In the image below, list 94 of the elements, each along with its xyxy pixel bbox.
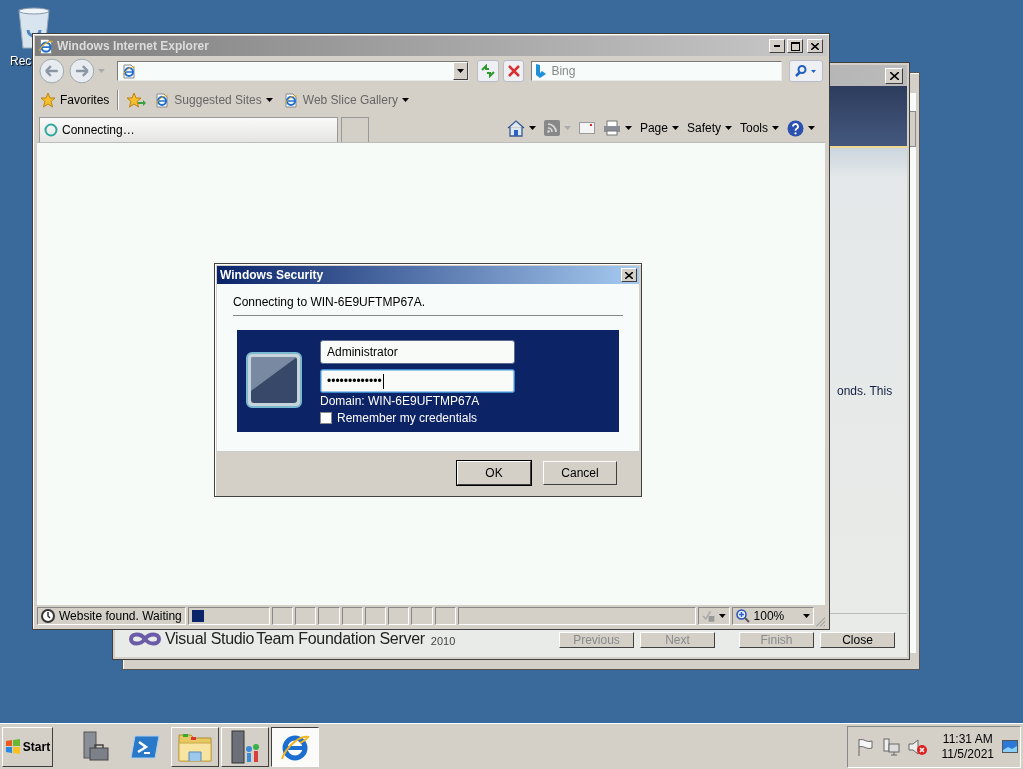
favorites-button[interactable]: Favorites [40,92,110,108]
close-icon [889,71,899,80]
home-icon[interactable] [506,119,525,137]
status-cell [434,607,456,625]
clock-time[interactable]: 11:31 AM [942,731,993,747]
logo-year: 2010 [430,635,456,647]
user-tile-icon [245,351,303,409]
history-caret-icon [98,69,106,73]
logo-text: Team Foundation Server [256,630,425,648]
domain-text: Domain: WIN-6E9UFTMP67A [320,394,481,408]
bing-logo-icon [535,64,548,78]
close-icon [625,271,633,279]
favorites-link[interactable]: Web Slice Gallery [279,92,412,108]
loading-spinner-icon [44,123,58,137]
desktop-icon-label: Rec [10,54,32,68]
server-users-icon [228,728,262,765]
window-title: Windows Internet Explorer [57,39,210,53]
caret-icon [772,126,779,130]
page-icon [282,92,299,108]
maximize-button[interactable] [787,39,803,53]
caret-icon [265,98,273,102]
dialog-button[interactable]: Cancel [543,461,617,485]
browser-logo-icon [37,37,55,55]
feed-icon[interactable] [543,120,560,136]
refresh-icon [480,64,495,78]
caret-icon [671,126,679,130]
checkbox-label: Remember my credentials [337,411,478,425]
close-button[interactable] [807,39,823,53]
browser-tab[interactable]: Connecting… [39,117,338,142]
help-icon[interactable] [787,119,804,137]
favorites-link[interactable]: Suggested Sites [151,92,276,108]
status-cell [388,607,410,625]
checkbox[interactable] [320,412,332,424]
page-icon [121,63,138,79]
status-text: Website found. Waiting [37,607,186,625]
minimize-icon [774,45,780,47]
close-button[interactable] [621,268,637,282]
command-menu[interactable]: Safety [686,121,732,135]
caret-icon [401,98,409,102]
status-cell [341,607,363,625]
clock-icon [41,609,55,623]
search-icon [795,65,818,77]
maximize-icon [790,41,800,51]
close-icon [811,42,819,50]
progress-fill [191,610,204,622]
search-field[interactable]: Bing [531,61,783,81]
caret-icon [808,126,815,130]
dropdown-button[interactable] [452,62,468,80]
dialog-button[interactable]: OK [457,461,531,485]
caret-icon [563,126,571,130]
taskbar-button[interactable] [271,726,319,767]
start-button[interactable]: Start [2,726,53,767]
logo-text: Visual Studio [165,630,255,648]
body-text: onds. This [837,384,893,398]
status-cell [364,607,387,625]
print-icon[interactable] [602,120,621,136]
minimize-button[interactable] [769,39,785,53]
clock-date[interactable]: 11/5/2021 [941,746,994,762]
status-cell [295,607,317,625]
search-button[interactable] [789,60,823,82]
wizard-button[interactable]: Close [820,632,895,648]
show-desktop-icon[interactable] [1002,739,1018,754]
password-field[interactable]: ••••••••••••• [320,369,515,393]
username-field[interactable]: Administrator [320,340,515,364]
star-icon [40,92,56,108]
status-cell [411,607,433,625]
close-button[interactable] [885,67,903,84]
dialog-message: Connecting to WIN-6E9UFTMP67A. [233,295,427,311]
forward-button[interactable] [68,58,95,84]
caret-icon [624,126,632,130]
back-button[interactable] [39,58,65,84]
add-favorite-icon[interactable] [127,92,148,108]
address-field[interactable] [117,61,469,81]
caret-icon [725,126,732,130]
flag-icon[interactable] [855,737,874,756]
network-icon[interactable] [881,737,900,756]
mail-icon[interactable] [578,122,595,134]
command-menu[interactable]: Tools [740,121,779,135]
terminal-icon [130,733,160,760]
dialog-title: Windows Security [220,268,324,282]
speaker-muted-icon[interactable] [907,737,928,756]
page-icon [154,92,171,108]
windows-logo-icon [4,739,21,754]
zoom-icon [735,609,750,623]
security-button[interactable] [697,607,730,625]
refresh-button[interactable] [476,60,499,82]
status-cell [318,607,340,625]
status-cell [271,607,293,625]
infinity-logo-icon [127,630,163,648]
stop-button[interactable] [502,60,525,82]
caret-icon [528,126,536,130]
command-menu[interactable]: Page [639,121,679,135]
stop-icon [507,65,520,77]
zoom-button[interactable]: 100% [731,607,814,625]
